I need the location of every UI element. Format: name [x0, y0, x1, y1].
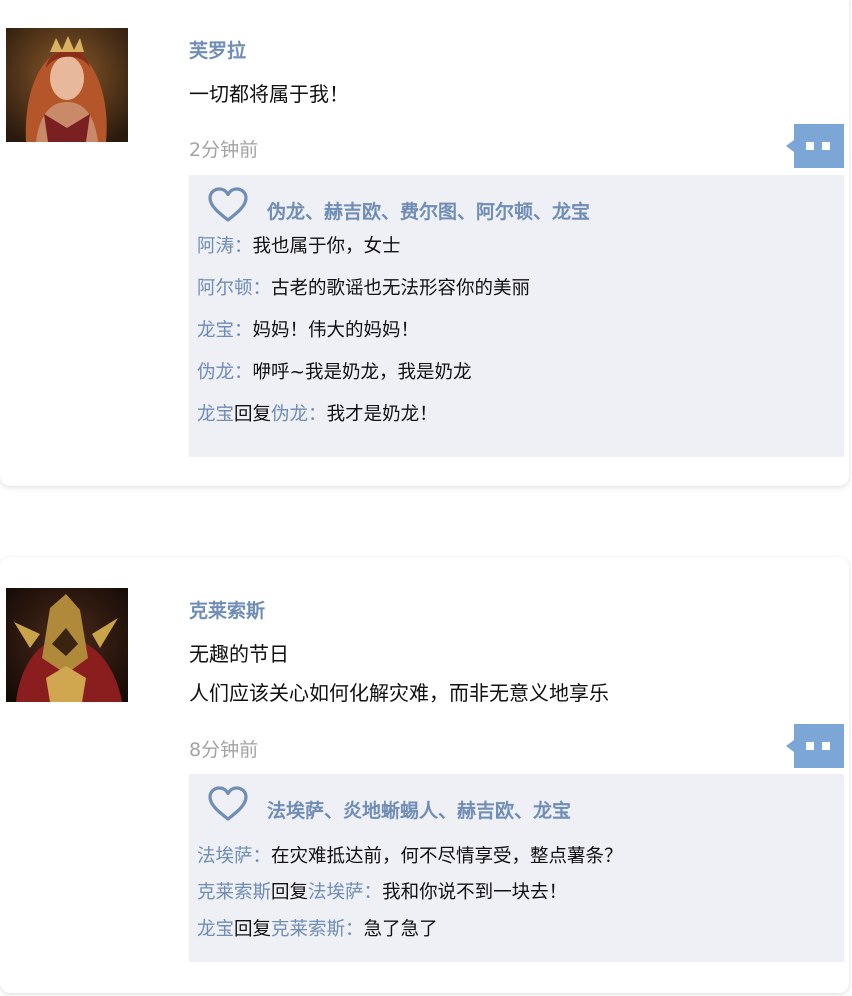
- separator: ：: [363, 882, 383, 903]
- reply-author[interactable]: 龙宝: [197, 320, 234, 341]
- separator: ：: [234, 236, 253, 257]
- reply-text: 我和你说不到一块去！: [382, 882, 568, 903]
- likes-row: 伪龙、赫吉欧、费尔图、阿尔顿、龙宝: [207, 187, 827, 227]
- interaction-box: 伪龙、赫吉欧、费尔图、阿尔顿、龙宝 阿涛：我也属于你，女士 阿尔顿：古老的歌谣也…: [189, 175, 844, 457]
- reply-author[interactable]: 龙宝: [197, 919, 234, 940]
- reply-target[interactable]: 法埃萨: [308, 882, 364, 903]
- separator: ：: [234, 362, 253, 383]
- reply-author[interactable]: 伪龙: [197, 362, 234, 383]
- post-content: 无趣的节日: [189, 642, 289, 666]
- separator: ：: [252, 846, 272, 867]
- separator: ：: [308, 404, 327, 425]
- likes-names[interactable]: 法埃萨、炎地蜥蜴人、赫吉欧、龙宝: [267, 796, 571, 823]
- reply-item[interactable]: 阿尔顿：古老的歌谣也无法形容你的美丽: [197, 274, 530, 300]
- reply-item[interactable]: 伪龙：咿呼~我是奶龙，我是奶龙: [197, 358, 472, 384]
- reply-item[interactable]: 阿涛：我也属于你，女士: [197, 232, 401, 258]
- reply-author[interactable]: 克莱索斯: [197, 882, 271, 903]
- post-timestamp: 2分钟前: [189, 139, 259, 161]
- username[interactable]: 芙罗拉: [189, 36, 246, 63]
- likes-names[interactable]: 伪龙、赫吉欧、费尔图、阿尔顿、龙宝: [267, 197, 590, 224]
- avatar[interactable]: [6, 588, 128, 702]
- reply-text: 咿呼~我是奶龙，我是奶龙: [252, 362, 472, 383]
- reply-word: 回复: [271, 882, 309, 903]
- username[interactable]: 克莱索斯: [189, 596, 265, 623]
- comment-button[interactable]: [786, 124, 844, 168]
- reply-author[interactable]: 阿涛: [197, 236, 234, 257]
- ellipsis-dot-icon: [822, 742, 830, 750]
- reply-item[interactable]: 龙宝：妈妈！伟大的妈妈！: [197, 316, 419, 342]
- reply-author[interactable]: 法埃萨: [197, 846, 253, 867]
- post-timestamp: 8分钟前: [189, 739, 259, 761]
- separator: ：: [252, 278, 272, 299]
- separator: ：: [234, 320, 253, 341]
- comment-button[interactable]: [786, 724, 844, 768]
- reply-target[interactable]: 克莱索斯: [271, 919, 345, 940]
- reply-word: 回复: [234, 404, 272, 425]
- reply-author[interactable]: 阿尔顿: [197, 278, 253, 299]
- reply-item[interactable]: 龙宝回复克莱索斯：急了急了: [197, 915, 438, 941]
- post-content: 人们应该关心如何化解灾难，而非无意义地享乐: [189, 681, 609, 705]
- heart-icon[interactable]: [207, 187, 249, 223]
- reply-text: 古老的歌谣也无法形容你的美丽: [271, 278, 531, 299]
- moment-post: 芙罗拉 一切都将属于我！ 2分钟前 伪龙、赫吉欧、费尔图、阿尔顿、龙宝 阿涛：我…: [0, 0, 849, 486]
- reply-text: 我才是奶龙！: [326, 404, 438, 425]
- reply-item[interactable]: 克莱索斯回复法埃萨：我和你说不到一块去！: [197, 878, 567, 904]
- reply-author[interactable]: 龙宝: [197, 404, 234, 425]
- reply-item[interactable]: 法埃萨：在灾难抵达前，何不尽情享受，整点薯条？: [197, 842, 623, 868]
- post-content: 一切都将属于我！: [189, 82, 349, 106]
- heart-icon[interactable]: [207, 786, 249, 822]
- reply-target[interactable]: 伪龙: [271, 404, 308, 425]
- ellipsis-dot-icon: [806, 142, 814, 150]
- ellipsis-dot-icon: [822, 142, 830, 150]
- likes-row: 法埃萨、炎地蜥蜴人、赫吉欧、龙宝: [207, 786, 827, 826]
- separator: ：: [345, 919, 364, 940]
- reply-text: 我也属于你，女士: [252, 236, 401, 257]
- reply-word: 回复: [234, 919, 272, 940]
- reply-text: 急了急了: [363, 919, 438, 940]
- ellipsis-dot-icon: [806, 742, 814, 750]
- moment-post: 克莱索斯 无趣的节日 人们应该关心如何化解灾难，而非无意义地享乐 8分钟前 法埃…: [0, 557, 849, 993]
- avatar[interactable]: [6, 28, 128, 142]
- interaction-box: 法埃萨、炎地蜥蜴人、赫吉欧、龙宝 法埃萨：在灾难抵达前，何不尽情享受，整点薯条？…: [189, 774, 844, 962]
- reply-text: 妈妈！伟大的妈妈！: [252, 320, 420, 341]
- reply-item[interactable]: 龙宝回复伪龙：我才是奶龙！: [197, 400, 438, 426]
- reply-text: 在灾难抵达前，何不尽情享受，整点薯条？: [271, 846, 623, 867]
